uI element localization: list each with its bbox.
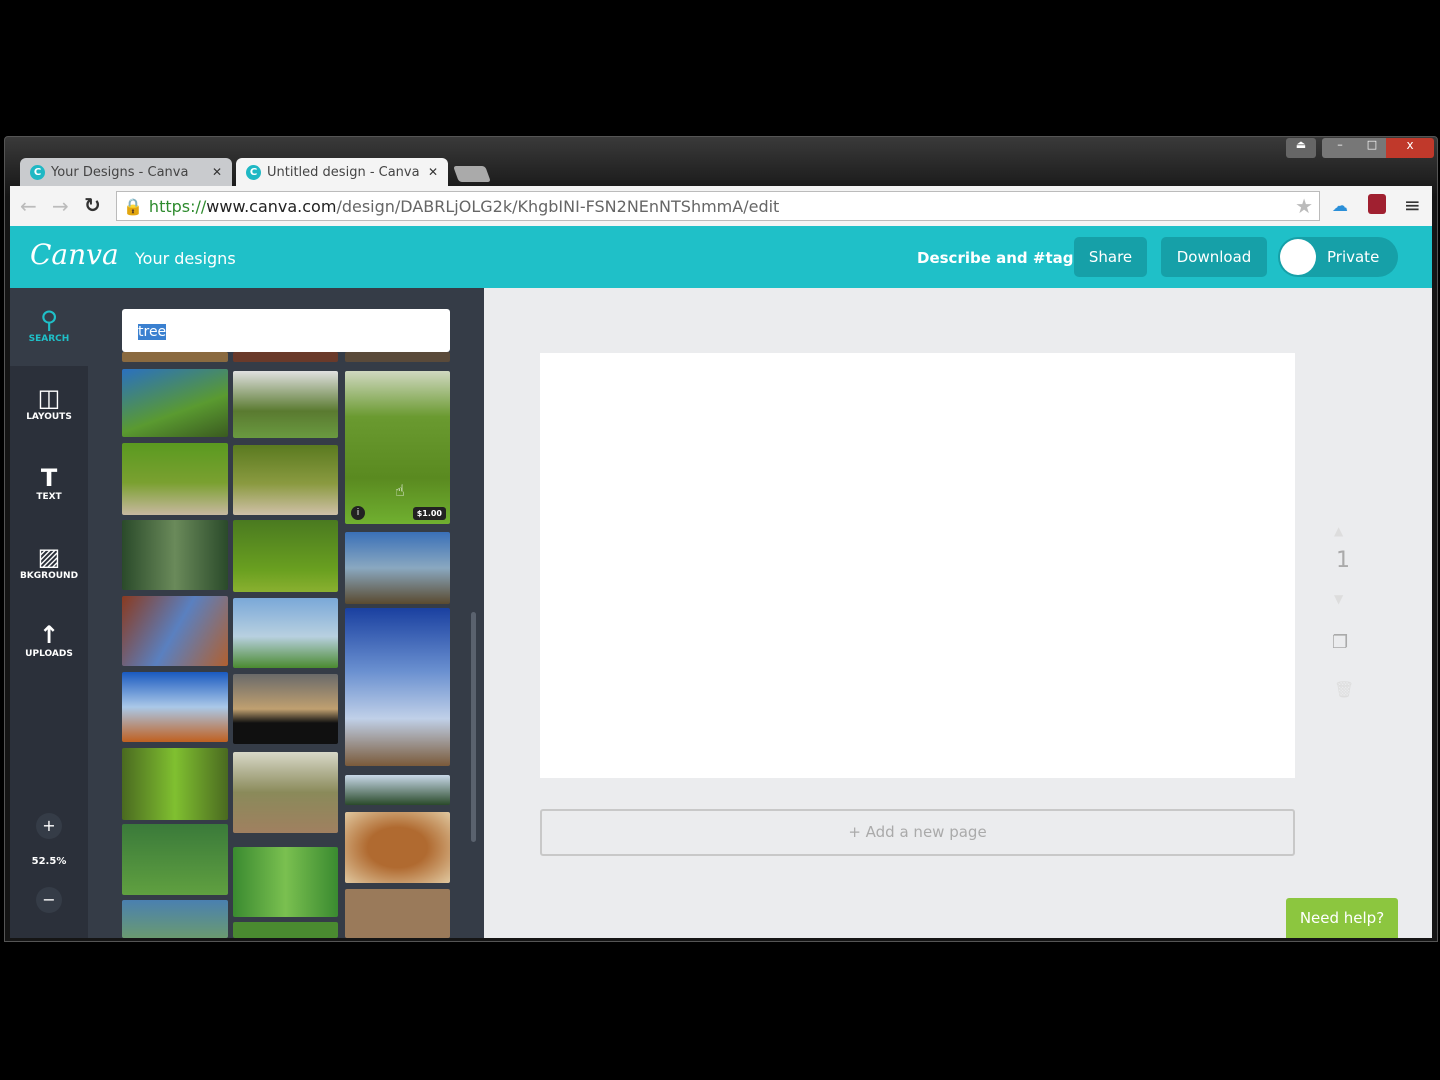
move-page-up-icon[interactable]: ▲ — [1334, 524, 1343, 538]
bookmark-star-icon[interactable]: ★ — [1295, 194, 1313, 218]
zoom-level: 52.5% — [31, 856, 67, 867]
search-input-value: tree — [138, 324, 167, 340]
image-result[interactable] — [233, 445, 338, 515]
lock-icon: 🔒 — [123, 196, 143, 216]
back-icon[interactable]: ← — [20, 194, 37, 218]
maximize-button[interactable]: □ — [1358, 138, 1386, 158]
url-host: www.canva.com — [206, 196, 337, 216]
image-result[interactable] — [345, 812, 450, 883]
cloud-extension-icon[interactable]: ☁ — [1332, 196, 1348, 215]
image-result[interactable] — [122, 748, 228, 820]
private-label: Private — [1327, 248, 1380, 266]
image-result[interactable] — [122, 520, 228, 590]
delete-page-icon[interactable]: 🗑 — [1334, 680, 1354, 699]
close-tab-icon[interactable]: ✕ — [212, 165, 222, 179]
copy-page-icon[interactable]: ❐ — [1332, 632, 1348, 653]
sidebar-label: BKGROUND — [19, 571, 79, 581]
price-badge: $1.00 — [412, 507, 446, 520]
image-result[interactable] — [233, 847, 338, 917]
tab-label: Untitled design - Canva — [267, 164, 420, 180]
share-button[interactable]: Share — [1074, 237, 1147, 277]
add-new-page-button[interactable]: + Add a new page — [540, 809, 1295, 856]
url-path: /design/DABRLjOLG2k/KhgbINI-FSN2NEnNTShm… — [336, 196, 780, 216]
image-result[interactable] — [345, 775, 450, 805]
sidebar-item-text[interactable]: T TEXT — [10, 464, 88, 502]
sidebar-item-uploads[interactable]: ↑ UPLOADS — [10, 621, 88, 659]
canva-favicon: C — [246, 164, 261, 180]
tab-your-designs[interactable]: C Your Designs - Canva ✕ — [20, 158, 232, 186]
text-icon: T — [40, 464, 58, 492]
canva-logo[interactable]: Canva — [30, 238, 119, 271]
image-result[interactable] — [122, 672, 228, 742]
image-result[interactable] — [345, 889, 450, 938]
image-result[interactable] — [122, 443, 228, 515]
need-help-button[interactable]: Need help? — [1286, 898, 1398, 938]
design-page[interactable] — [540, 353, 1295, 778]
image-result-hovered[interactable]: i $1.00 ☝ — [345, 371, 450, 524]
close-window-button[interactable]: x — [1386, 138, 1434, 158]
canvas-area: + Add a new page ▲ 1 ▼ ❐ 🗑 Need help? — [484, 288, 1432, 938]
zoom-out-button[interactable]: − — [36, 887, 62, 913]
pdf-extension-icon[interactable] — [1368, 194, 1386, 214]
toggle-knob — [1280, 239, 1316, 275]
sidebar-label: TEXT — [36, 492, 62, 502]
private-toggle[interactable]: Private — [1278, 237, 1398, 277]
image-result[interactable] — [122, 596, 228, 666]
image-result[interactable] — [233, 752, 338, 833]
minimize-button[interactable]: – — [1322, 138, 1358, 158]
close-tab-icon[interactable]: ✕ — [428, 165, 438, 179]
download-button[interactable]: Download — [1161, 237, 1267, 277]
image-result[interactable] — [122, 369, 228, 437]
image-result[interactable] — [122, 900, 228, 938]
image-result[interactable] — [345, 608, 450, 766]
background-icon: ▨ — [37, 543, 61, 571]
image-result[interactable] — [345, 532, 450, 604]
user-icon[interactable]: ⏏ — [1286, 138, 1316, 158]
reload-icon[interactable]: ↻ — [84, 193, 101, 217]
your-designs-link[interactable]: Your designs — [135, 249, 236, 268]
sidebar-label: LAYOUTS — [26, 412, 72, 422]
sidebar-label: SEARCH — [28, 334, 70, 344]
sidebar-item-search[interactable]: ⚲ SEARCH — [10, 306, 88, 344]
forward-icon[interactable]: → — [52, 194, 69, 218]
image-result[interactable] — [233, 922, 338, 938]
image-result[interactable] — [233, 674, 338, 744]
page-number: 1 — [1336, 548, 1350, 573]
menu-icon[interactable]: ≡ — [1404, 193, 1421, 217]
describe-and-tag-link[interactable]: Describe and #tag — [917, 249, 1073, 267]
tab-label: Your Designs - Canva — [51, 164, 189, 180]
move-page-down-icon[interactable]: ▼ — [1334, 592, 1343, 606]
upload-icon: ↑ — [38, 621, 60, 649]
hand-cursor-icon: ☝ — [395, 481, 405, 500]
image-result[interactable] — [233, 371, 338, 438]
search-input[interactable]: tree — [122, 309, 450, 352]
sidebar-label: UPLOADS — [25, 649, 73, 659]
search-icon: ⚲ — [40, 306, 58, 334]
sidebar-item-layouts[interactable]: ◫ LAYOUTS — [10, 384, 88, 422]
tab-untitled-design[interactable]: C Untitled design - Canva ✕ — [236, 158, 448, 186]
new-tab-button[interactable] — [453, 166, 491, 182]
layouts-icon: ◫ — [37, 384, 61, 412]
image-result[interactable] — [233, 598, 338, 668]
address-bar[interactable]: 🔒 https://www.canva.com/design/DABRLjOLG… — [116, 191, 1320, 221]
zoom-in-button[interactable]: + — [36, 813, 62, 839]
sidebar-item-background[interactable]: ▨ BKGROUND — [10, 543, 88, 581]
url-scheme: https:// — [148, 196, 207, 216]
panel-scrollbar[interactable] — [471, 612, 476, 842]
image-result[interactable] — [122, 824, 228, 895]
image-result[interactable] — [233, 520, 338, 592]
info-icon[interactable]: i — [351, 506, 365, 520]
canva-favicon: C — [30, 164, 45, 180]
search-results-panel: i $1.00 ☝ tree — [88, 288, 484, 938]
